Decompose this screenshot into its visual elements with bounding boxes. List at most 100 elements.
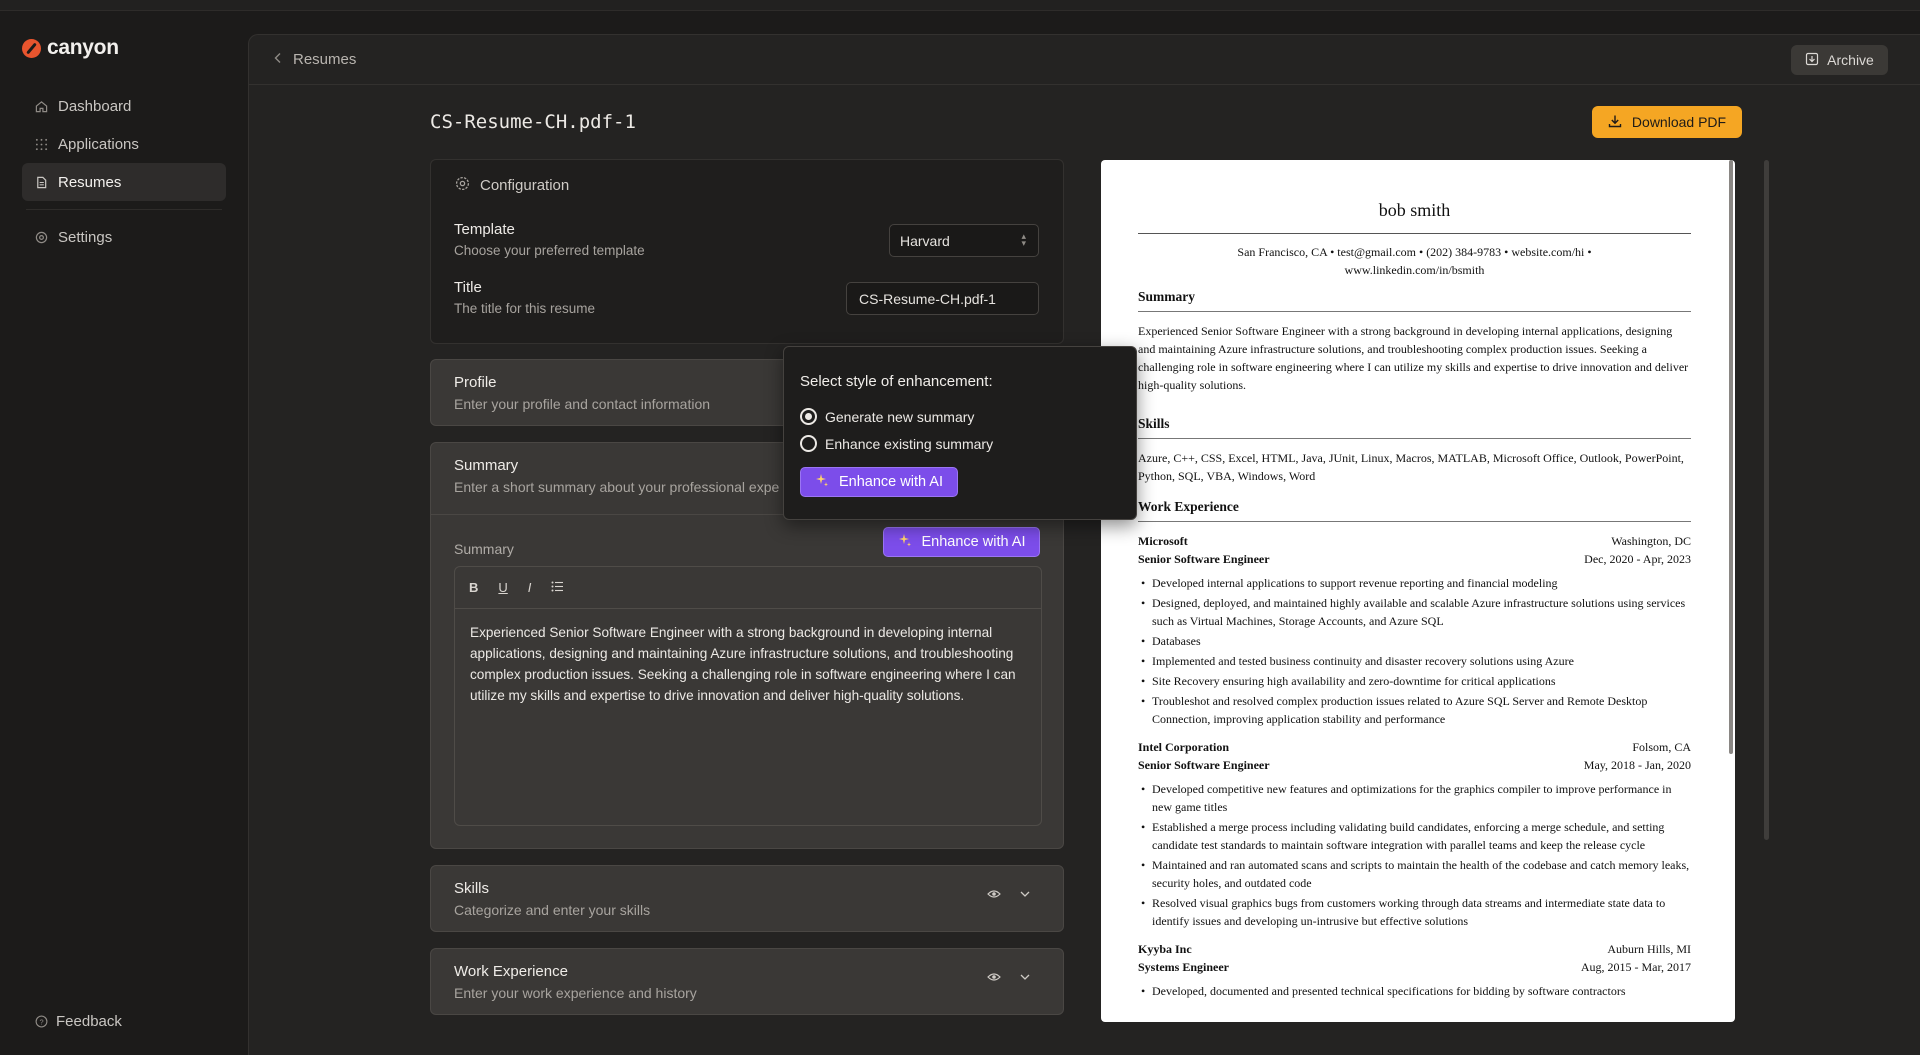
bold-button[interactable]: B [469, 580, 478, 595]
profile-title: Profile [454, 374, 497, 391]
job-bullet: Established a merge process including va… [1138, 818, 1691, 854]
sparkle-icon [815, 473, 829, 491]
sidebar-item-dashboard[interactable]: Dashboard [22, 87, 226, 125]
archive-icon [1805, 52, 1819, 69]
download-icon [1608, 114, 1622, 131]
resume-job-subheader: Systems Engineer Aug, 2015 - Mar, 2017 [1138, 958, 1691, 976]
chevron-left-icon [273, 51, 283, 68]
skills-section[interactable]: Skills Categorize and enter your skills [430, 865, 1064, 932]
feedback-link[interactable]: ? Feedback [34, 1013, 122, 1030]
sidebar-item-applications[interactable]: Applications [22, 125, 226, 163]
download-label: Download PDF [1631, 114, 1727, 130]
enhance-existing-summary-option[interactable]: Enhance existing summary [800, 435, 993, 452]
help-circle-icon: ? [34, 1015, 48, 1029]
popover-title: Select style of enhancement: [800, 373, 993, 390]
summary-editor[interactable]: B U I Experienced Senior Software Engine… [454, 566, 1042, 826]
template-select-value: Harvard [900, 232, 950, 249]
resume-job: Kyyba Inc Auburn Hills, MI Systems Engine… [1138, 940, 1691, 1000]
main-panel: Resumes Archive CS-Resume-CH.pdf-1 Downl… [248, 34, 1920, 1055]
job-bullets: Developed, documented and presented tech… [1138, 982, 1691, 1000]
radio-unselected[interactable] [800, 435, 817, 452]
configuration-title: Configuration [480, 177, 570, 194]
resume-contact-line: San Francisco, CA • test@gmail.com • (20… [1237, 245, 1592, 259]
sidebar-item-resumes[interactable]: Resumes [22, 163, 226, 201]
chevron-down-icon[interactable] [1019, 888, 1031, 903]
resume-job-subheader: Senior Software Engineer May, 2018 - Jan,… [1138, 756, 1691, 774]
work-experience-section[interactable]: Work Experience Enter your work experien… [430, 948, 1064, 1015]
bullet-list-icon[interactable] [551, 580, 564, 595]
app-name: canyon [47, 36, 119, 59]
template-select[interactable]: Harvard ▴ ▾ [889, 224, 1039, 257]
breadcrumb[interactable]: Resumes [273, 51, 356, 68]
window-top-bar [0, 0, 1920, 11]
download-pdf-button[interactable]: Download PDF [1592, 106, 1742, 138]
skills-description: Categorize and enter your skills [454, 902, 651, 918]
chevron-up-down-icon: ▴ ▾ [1021, 231, 1026, 248]
page-title: CS-Resume-CH.pdf-1 [430, 111, 636, 133]
resume-job-subheader: Senior Software Engineer Dec, 2020 - Apr,… [1138, 550, 1691, 568]
sidebar-nav: Dashboard Applications Resumes Settings [22, 87, 226, 256]
resume-preview: bob smith San Francisco, CA • test@gmail… [1101, 160, 1735, 1022]
job-bullet: Troubleshot and resolved complex product… [1138, 692, 1691, 728]
chevron-down-icon[interactable] [1019, 971, 1031, 986]
title-description: The title for this resume [454, 301, 596, 316]
job-role: Senior Software Engineer [1138, 758, 1270, 772]
resume-rule [1138, 438, 1691, 439]
sidebar-item-settings[interactable]: Settings [22, 218, 226, 256]
radio-selected[interactable] [800, 408, 817, 425]
sparkle-icon [898, 533, 912, 551]
archive-button[interactable]: Archive [1791, 45, 1888, 75]
title-label: Title [454, 279, 482, 296]
job-bullet: Resolved visual graphics bugs from custo… [1138, 894, 1691, 930]
popover-enhance-label: Enhance with AI [839, 474, 943, 490]
page-scrollbar[interactable] [1764, 160, 1769, 840]
summary-editor-text[interactable]: Experienced Senior Software Engineer wit… [455, 609, 1041, 719]
resume-job-header: Kyyba Inc Auburn Hills, MI [1138, 940, 1691, 958]
resume-job-header: Intel Corporation Folsom, CA [1138, 738, 1691, 756]
configuration-header: Configuration [455, 176, 569, 195]
logo[interactable]: canyon [22, 36, 119, 60]
resume-job: Microsoft Washington, DC Senior Software … [1138, 532, 1691, 728]
eye-icon[interactable] [987, 971, 1001, 986]
job-dates: Dec, 2020 - Apr, 2023 [1584, 552, 1691, 566]
job-bullet: Implemented and tested business continui… [1138, 652, 1691, 670]
breadcrumb-label: Resumes [293, 51, 357, 68]
job-role: Senior Software Engineer [1138, 552, 1270, 566]
resume-contact: San Francisco, CA • test@gmail.com • (20… [1138, 243, 1691, 279]
template-description: Choose your preferred template [454, 243, 645, 258]
job-bullets: Developed competitive new features and o… [1138, 780, 1691, 930]
work-title: Work Experience [454, 963, 568, 980]
job-bullets: Developed internal applications to suppo… [1138, 574, 1691, 728]
profile-description: Enter your profile and contact informati… [454, 396, 711, 412]
canyon-logo-icon [22, 38, 41, 58]
sidebar-item-label: Applications [58, 135, 139, 153]
job-bullet: Databases [1138, 632, 1691, 650]
summary-description: Enter a short summary about your profess… [454, 479, 780, 495]
job-bullet: Developed, documented and presented tech… [1138, 982, 1691, 1000]
skills-actions [987, 888, 1031, 903]
underline-button[interactable]: U [498, 580, 507, 595]
resume-summary-heading: Summary [1138, 289, 1195, 304]
job-bullet: Site Recovery ensuring high availability… [1138, 672, 1691, 690]
summary-title: Summary [454, 457, 519, 474]
popover-enhance-button[interactable]: Enhance with AI [800, 467, 958, 497]
generate-new-summary-option[interactable]: Generate new summary [800, 408, 974, 425]
resume-rule [1138, 521, 1691, 522]
preview-scrollbar[interactable] [1729, 160, 1733, 754]
enhance-with-ai-button[interactable]: Enhance with AI [883, 527, 1040, 557]
archive-label: Archive [1827, 52, 1874, 68]
resume-skills-heading: Skills [1138, 416, 1170, 431]
job-role: Systems Engineer [1138, 960, 1229, 974]
option-label: Enhance existing summary [825, 435, 994, 452]
resume-summary-text: Experienced Senior Software Engineer wit… [1138, 324, 1689, 392]
option-label: Generate new summary [825, 408, 975, 425]
grid-icon [34, 137, 48, 151]
italic-button[interactable]: I [528, 580, 532, 595]
title-input[interactable]: CS-Resume-CH.pdf-1 [846, 282, 1039, 315]
sidebar-divider [26, 209, 222, 210]
summary-field-label: Summary [454, 541, 514, 557]
eye-icon[interactable] [987, 888, 1001, 903]
template-label: Template [454, 221, 515, 238]
resume-job: Intel Corporation Folsom, CA Senior Softw… [1138, 738, 1691, 930]
job-dates: Aug, 2015 - Mar, 2017 [1580, 960, 1691, 974]
